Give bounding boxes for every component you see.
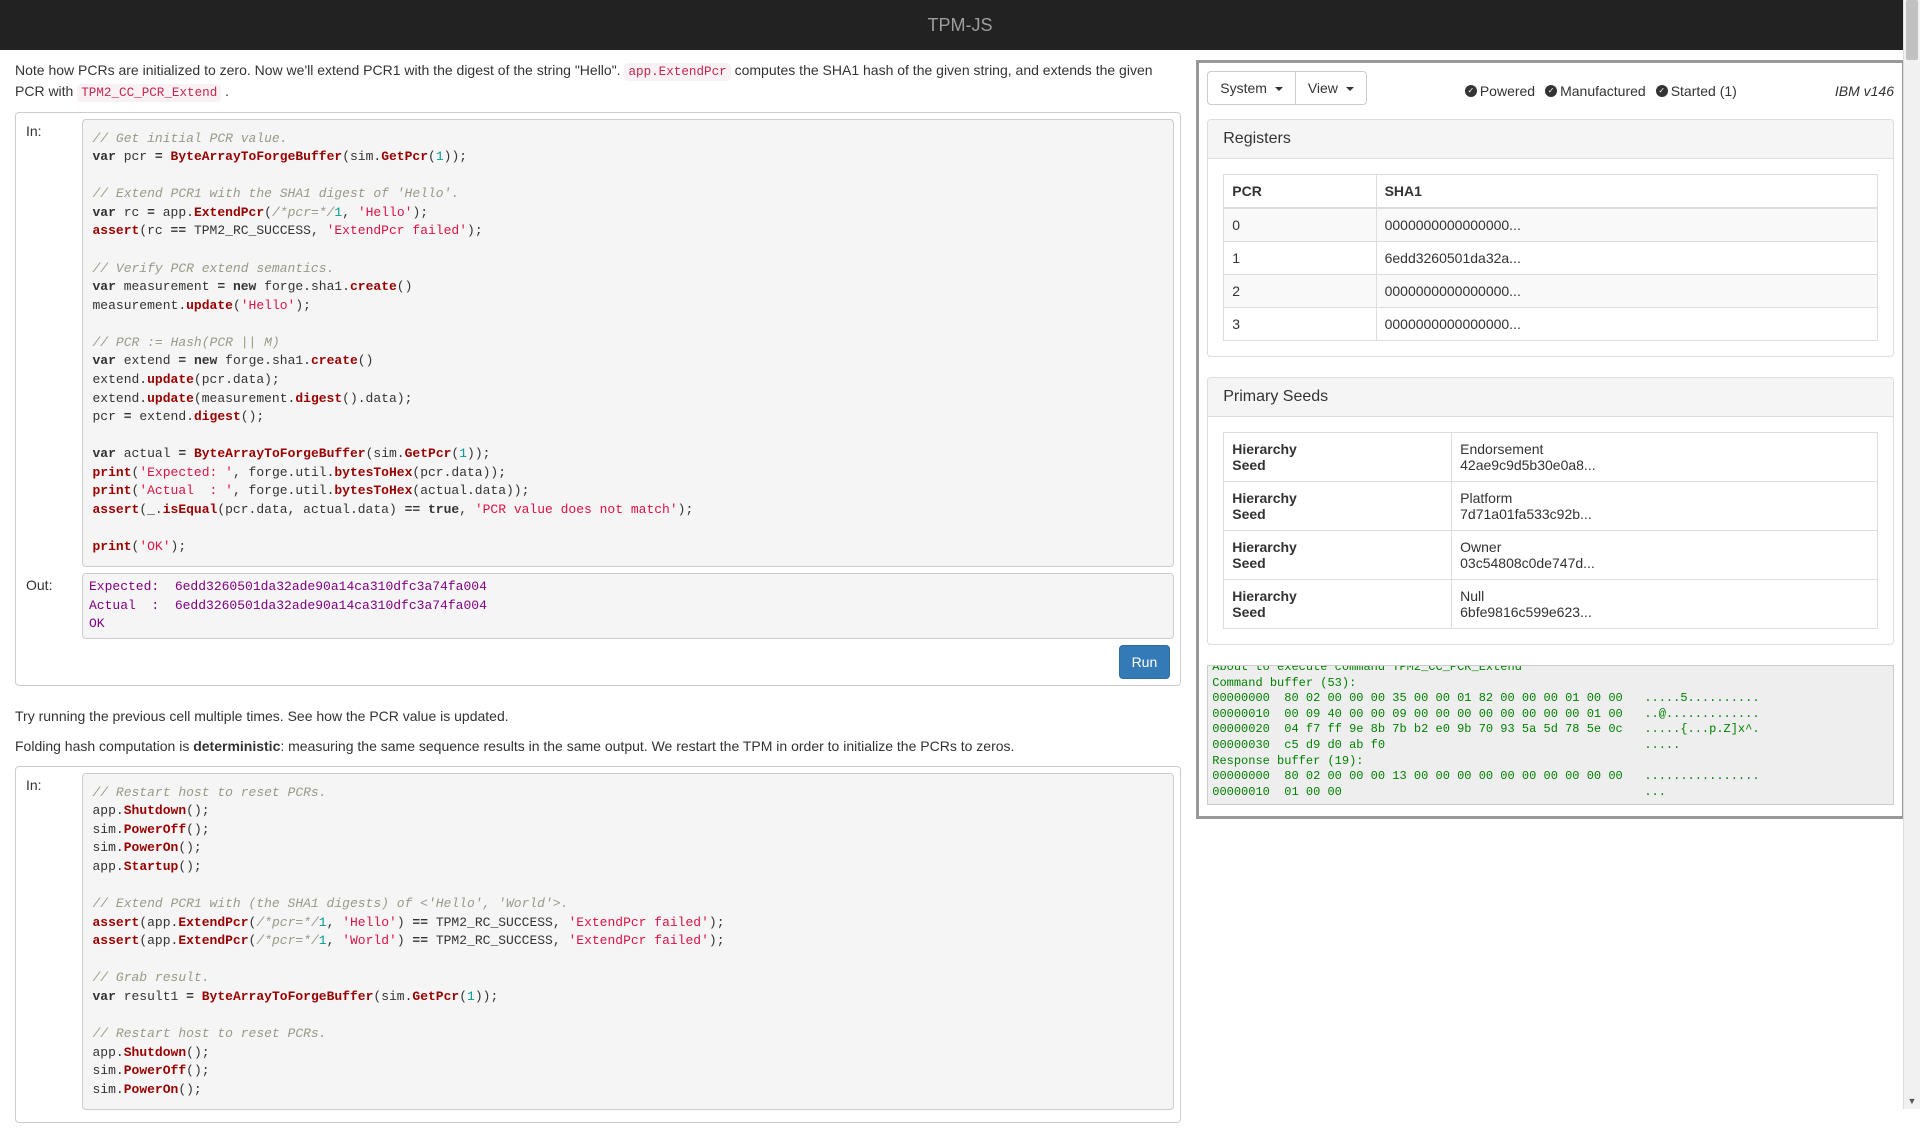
pcr-idx: 1 (1224, 242, 1376, 275)
powered-badge: ✓Powered (1465, 83, 1535, 99)
table-row: HierarchySeedOwner03c54808c0de747d... (1224, 531, 1878, 580)
pcr-val: 0000000000000000... (1376, 208, 1877, 242)
seeds-panel: Primary Seeds HierarchySeedEndorsement42… (1207, 377, 1894, 645)
seed-value-cell: Owner03c54808c0de747d... (1452, 531, 1878, 580)
scroll-down-arrow-icon[interactable]: ▼ (1904, 1092, 1920, 1109)
mid-p2-c: : measuring the same sequence results in… (280, 738, 1014, 754)
system-dropdown[interactable]: System (1207, 71, 1296, 105)
caret-icon (1275, 87, 1283, 91)
scrollbar-thumb[interactable] (1906, 0, 1918, 60)
seed-label-cell: HierarchySeed (1224, 433, 1452, 482)
log-textarea[interactable] (1207, 665, 1894, 805)
seed-label-cell: HierarchySeed (1224, 531, 1452, 580)
run-button-1[interactable]: Run (1119, 645, 1171, 679)
view-label: View (1308, 80, 1342, 96)
tpm-version: IBM v146 (1835, 83, 1894, 99)
content-column: Note how PCRs are initialized to zero. N… (15, 50, 1196, 1143)
manufactured-badge: ✓Manufactured (1545, 83, 1646, 99)
intro-paragraph: Note how PCRs are initialized to zero. N… (15, 60, 1181, 102)
seed-value-cell: Platform7d71a01fa533c92b... (1452, 482, 1878, 531)
tpm-panel: System View ✓Powered ✓Manufactured ✓Star… (1196, 60, 1905, 819)
pcr-idx: 2 (1224, 275, 1376, 308)
started-text: Started (1) (1671, 83, 1737, 99)
system-label: System (1220, 80, 1271, 96)
tpm-button-group: System View (1207, 71, 1367, 105)
code-input-1[interactable]: // Get initial PCR value. var pcr = Byte… (82, 119, 1174, 567)
seed-value-cell: Null6bfe9816c599e623... (1452, 580, 1878, 629)
view-dropdown[interactable]: View (1296, 71, 1367, 105)
navbar: TPM-JS (0, 0, 1920, 50)
table-row: 16edd3260501da32a... (1224, 242, 1878, 275)
seeds-heading: Primary Seeds (1208, 378, 1893, 417)
page-scrollbar[interactable]: ▲ ▼ (1903, 0, 1920, 1109)
check-circle-icon: ✓ (1465, 85, 1477, 97)
in-label: In: (22, 119, 82, 567)
code-output-1: Expected: 6edd3260501da32ade90a14ca310df… (82, 573, 1174, 639)
registers-table: PCR SHA1 00000000000000000... 16edd32605… (1223, 174, 1878, 341)
in-label-2: In: (22, 773, 82, 1110)
seeds-table: HierarchySeedEndorsement42ae9c9d5b30e0a8… (1223, 432, 1878, 629)
table-row: 20000000000000000... (1224, 275, 1878, 308)
col-pcr: PCR (1224, 175, 1376, 209)
seed-value-cell: Endorsement42ae9c9d5b30e0a8... (1452, 433, 1878, 482)
code-input-2[interactable]: // Restart host to reset PCRs. app.Shutd… (82, 773, 1174, 1110)
check-circle-icon: ✓ (1545, 85, 1557, 97)
code-cell-1: In: // Get initial PCR value. var pcr = … (15, 112, 1181, 686)
pcr-idx: 0 (1224, 208, 1376, 242)
powered-text: Powered (1480, 83, 1535, 99)
intro-text-3: . (221, 83, 229, 99)
table-row: 00000000000000000... (1224, 208, 1878, 242)
check-circle-icon: ✓ (1656, 85, 1668, 97)
sidebar-column: System View ✓Powered ✓Manufactured ✓Star… (1196, 50, 1905, 1143)
mid-p2-a: Folding hash computation is (15, 738, 193, 754)
manufactured-text: Manufactured (1560, 83, 1646, 99)
registers-heading: Registers (1208, 120, 1893, 159)
mid-p2-b: deterministic (193, 738, 280, 754)
seed-label-cell: HierarchySeed (1224, 580, 1452, 629)
pcr-val: 0000000000000000... (1376, 308, 1877, 341)
navbar-brand[interactable]: TPM-JS (928, 15, 993, 36)
table-row: HierarchySeedNull6bfe9816c599e623... (1224, 580, 1878, 629)
code-tpm2-extend: TPM2_CC_PCR_Extend (77, 84, 221, 102)
mid-paragraph-2: Folding hash computation is deterministi… (15, 736, 1181, 756)
col-sha1: SHA1 (1376, 175, 1877, 209)
pcr-val: 6edd3260501da32a... (1376, 242, 1877, 275)
code-cell-2: In: // Restart host to reset PCRs. app.S… (15, 766, 1181, 1123)
status-badges: ✓Powered ✓Manufactured ✓Started (1) (1465, 83, 1737, 99)
pcr-val: 0000000000000000... (1376, 275, 1877, 308)
out-label: Out: (22, 573, 82, 639)
table-row: HierarchySeedPlatform7d71a01fa533c92b... (1224, 482, 1878, 531)
intro-text-1: Note how PCRs are initialized to zero. N… (15, 62, 624, 78)
started-badge: ✓Started (1) (1656, 83, 1737, 99)
table-row: 30000000000000000... (1224, 308, 1878, 341)
caret-icon (1346, 87, 1354, 91)
pcr-idx: 3 (1224, 308, 1376, 341)
seed-label-cell: HierarchySeed (1224, 482, 1452, 531)
table-row: HierarchySeedEndorsement42ae9c9d5b30e0a8… (1224, 433, 1878, 482)
code-extendpcr: app.ExtendPcr (624, 63, 730, 81)
mid-paragraph-1: Try running the previous cell multiple t… (15, 706, 1181, 726)
registers-panel: Registers PCR SHA1 00000000000000000... … (1207, 119, 1894, 357)
